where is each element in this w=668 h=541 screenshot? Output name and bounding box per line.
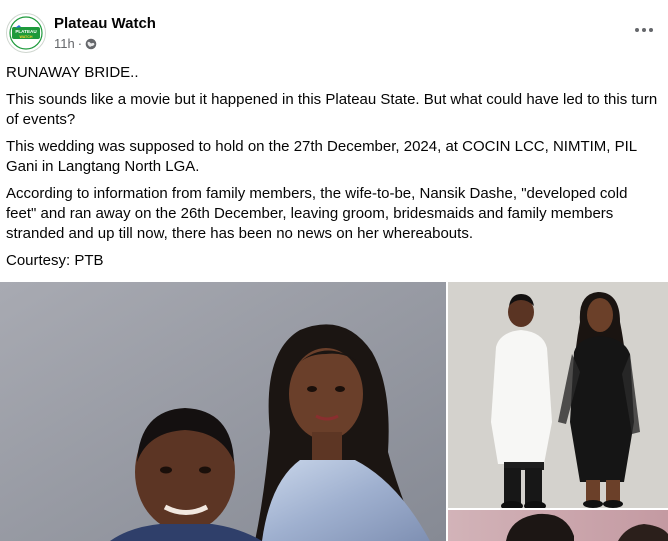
post-paragraph: This wedding was supposed to hold on the… (6, 138, 637, 175)
post-meta: 11h · (54, 36, 97, 51)
post-paragraph-courtesy: Courtesy: PTB (6, 252, 104, 269)
post-header: PLATEAU WATCH Plateau Watch 11h · (0, 0, 668, 60)
page-name-link[interactable]: Plateau Watch (54, 15, 156, 32)
svg-text:PLATEAU: PLATEAU (15, 29, 37, 34)
post-body: RUNAWAY BRIDE.. This sounds like a movie… (6, 63, 658, 278)
plateau-watch-logo: PLATEAU WATCH (8, 15, 44, 51)
photo-couple-standing[interactable] (448, 282, 668, 508)
svg-text:WATCH: WATCH (20, 35, 33, 39)
meta-separator: · (77, 36, 83, 51)
post-paragraph: This sounds like a movie but it happened… (6, 91, 658, 128)
page-avatar[interactable]: PLATEAU WATCH (6, 13, 46, 53)
more-options-icon[interactable] (632, 20, 656, 40)
photo-couple-closeup[interactable] (0, 282, 446, 541)
photo-grid (0, 282, 668, 541)
post-paragraph-headline: RUNAWAY BRIDE.. (6, 64, 139, 81)
globe-icon[interactable] (85, 38, 97, 50)
post-timestamp[interactable]: 11h (54, 36, 75, 51)
photo-couple-third[interactable] (448, 510, 668, 541)
post-paragraph: According to information from family mem… (6, 185, 628, 242)
